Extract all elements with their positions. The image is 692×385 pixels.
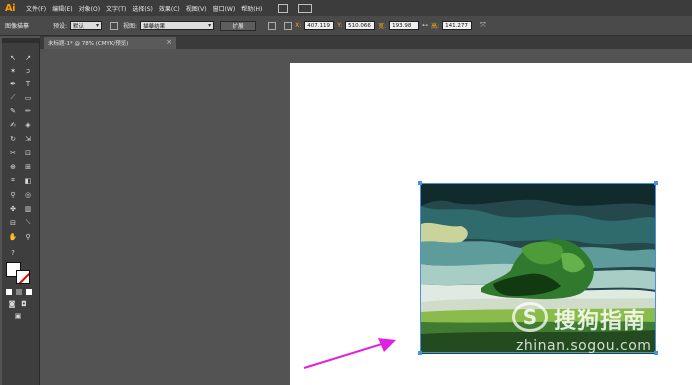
color-mode-button[interactable] (6, 289, 12, 295)
menu-bar: Ai 文件(F) 编辑(E) 对象(O) 文字(T) 选择(S) 效果(C) 视… (0, 0, 692, 16)
eraser-tool-icon[interactable]: ◈ (22, 119, 34, 130)
menu-window[interactable]: 窗口(W) (213, 4, 236, 13)
width-tool-icon[interactable]: ✂ (7, 147, 19, 158)
type-tool-icon[interactable]: T (22, 78, 34, 89)
hand-tool-icon[interactable]: ✋ (7, 231, 19, 242)
artboard-tool-icon[interactable]: ⊟ (7, 217, 19, 228)
stroke-swatch[interactable] (16, 270, 30, 284)
control-bar: 图像描摹 预设: 默认 视图: 描摹结果 扩展 X: 407.119 Y: 51… (0, 16, 692, 36)
transform-icon[interactable]: ⤧ (480, 21, 486, 30)
menu-help[interactable]: 帮助(H) (241, 4, 262, 13)
link-icon[interactable]: ⊷ (422, 22, 428, 29)
pencil-tool-icon[interactable]: ✏ (22, 105, 34, 116)
column-graph-tool-icon[interactable]: ▥ (22, 203, 34, 214)
menu-file[interactable]: 文件(F) (26, 4, 46, 13)
trace-options-icon[interactable] (110, 21, 119, 30)
annotation-arrow (303, 338, 396, 369)
document-tab-bar: 未标题-1* @ 78% (CMYK/预览) × (40, 36, 692, 49)
mesh-tool-icon[interactable]: ⌗ (7, 175, 19, 186)
menu-view[interactable]: 视图(V) (186, 4, 207, 13)
document-tab-title: 未标题-1* @ 78% (CMYK/预览) (48, 41, 129, 47)
width-field[interactable]: 193.98 (389, 21, 420, 30)
lasso-tool-icon[interactable]: ↄ (22, 65, 34, 76)
traced-landscape-image[interactable] (421, 184, 656, 354)
document-tab[interactable]: 未标题-1* @ 78% (CMYK/预览) × (44, 37, 176, 49)
symbol-sprayer-tool-icon[interactable]: ✤ (7, 203, 19, 214)
selection-tool-icon[interactable]: ↖ (7, 52, 19, 63)
reference-point-icon[interactable] (284, 21, 293, 30)
none-mode-button[interactable] (26, 289, 32, 295)
y-label: Y: (337, 22, 343, 29)
help-icon[interactable]: ? (7, 247, 19, 258)
magic-wand-tool-icon[interactable]: ✶ (7, 65, 19, 76)
free-transform-tool-icon[interactable]: ⊡ (22, 147, 34, 158)
expand-button[interactable]: 扩展 (220, 20, 257, 31)
y-field[interactable]: 510.066 (345, 21, 376, 30)
blob-brush-tool-icon[interactable]: ✍ (7, 119, 19, 130)
menu-effect[interactable]: 效果(C) (159, 4, 180, 13)
none-icon (18, 272, 29, 283)
paintbrush-tool-icon[interactable]: ✎ (7, 105, 19, 116)
height-field[interactable]: 141.277 (442, 21, 473, 30)
draw-normal-icon[interactable]: ◙ (6, 298, 18, 309)
zoom-tool-icon[interactable]: ⚲ (22, 231, 34, 242)
landscape-artwork (421, 184, 656, 354)
pen-tool-icon[interactable]: ✒ (7, 78, 19, 89)
eyedropper-tool-icon[interactable]: ⚲ (7, 189, 19, 200)
rectangle-tool-icon[interactable]: ▭ (22, 92, 34, 103)
x-field[interactable]: 407.119 (304, 21, 335, 30)
shape-builder-tool-icon[interactable]: ⊕ (7, 161, 19, 172)
w-label: 宽: (378, 23, 387, 30)
menu-edit[interactable]: 编辑(E) (52, 4, 72, 13)
menu-object[interactable]: 对象(O) (79, 4, 100, 13)
menu-type[interactable]: 文字(T) (106, 4, 126, 13)
bridge-icon[interactable] (278, 3, 289, 13)
blend-tool-icon[interactable]: ◎ (22, 189, 34, 200)
gradient-tool-icon[interactable]: ◧ (22, 175, 34, 186)
menu-select[interactable]: 选择(S) (132, 4, 153, 13)
slice-tool-icon[interactable]: ⟍ (22, 217, 34, 228)
direct-selection-tool-icon[interactable]: ↗ (22, 52, 34, 63)
view-label: 视图: (123, 23, 138, 30)
x-label: X: (295, 22, 302, 29)
preset-label: 预设: (53, 23, 68, 30)
close-icon[interactable]: × (166, 38, 172, 46)
view-select[interactable]: 描摹结果 (140, 21, 215, 30)
scale-tool-icon[interactable]: ⇲ (22, 133, 34, 144)
draw-behind-icon[interactable]: ◘ (18, 298, 30, 309)
screen-mode-icon[interactable]: ▣ (12, 310, 24, 321)
h-label: 高: (431, 23, 440, 30)
toolbox-grip[interactable] (2, 38, 39, 43)
preset-select[interactable]: 默认 (70, 21, 103, 30)
gradient-mode-button[interactable] (16, 289, 22, 295)
line-tool-icon[interactable]: ⟋ (7, 92, 19, 103)
rotate-tool-icon[interactable]: ↻ (7, 133, 19, 144)
arrange-documents-icon[interactable] (298, 3, 313, 13)
align-icon[interactable] (268, 21, 277, 30)
toolbox: ↖ ↗ ✶ ↄ ✒ T ⟋ ▭ ✎ ✏ ✍ ◈ ↻ ⇲ ✂ ⊡ ⊕ ⊞ ⌗ ◧ … (2, 38, 40, 385)
panel-label: 图像描摹 (5, 23, 30, 30)
app-logo: Ai (4, 2, 16, 14)
perspective-tool-icon[interactable]: ⊞ (22, 161, 34, 172)
